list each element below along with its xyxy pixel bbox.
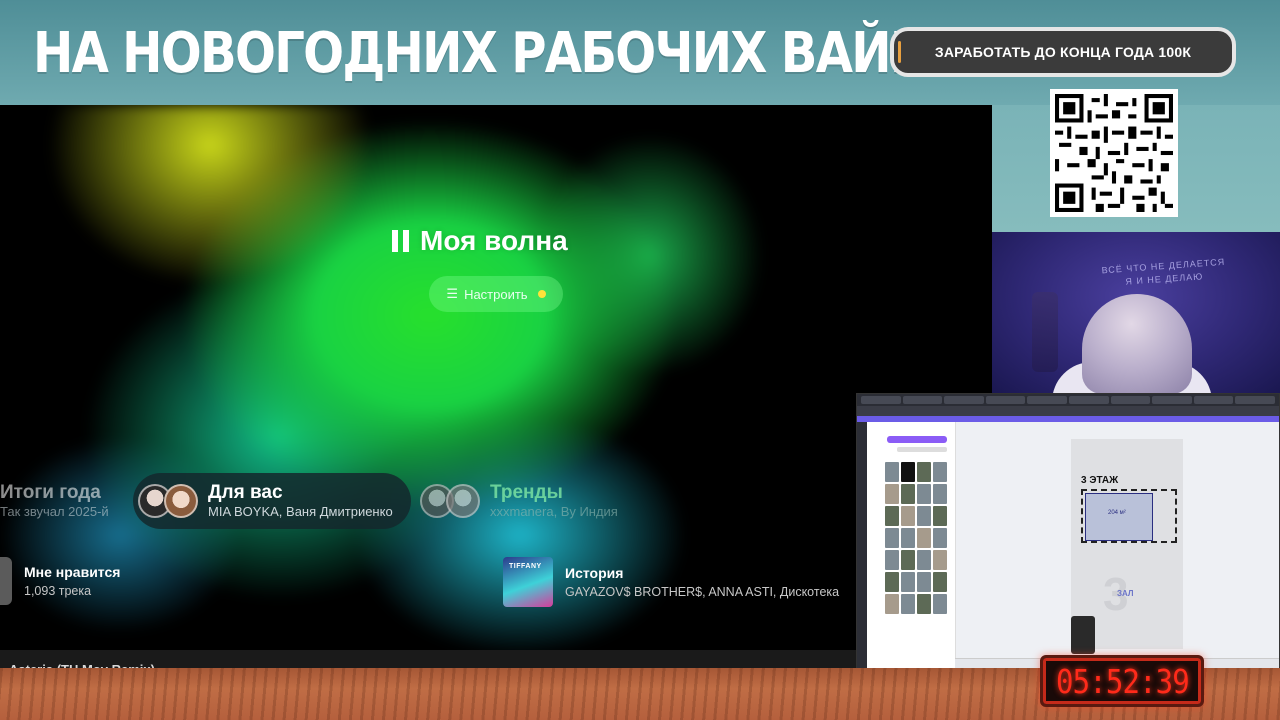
stream-timer: 05:52:39 (1040, 655, 1204, 707)
notification-dot (537, 290, 546, 298)
asset-thumbnails (885, 462, 955, 614)
chip-title: Итоги года (0, 482, 101, 503)
timer-value: 05:52:39 (1055, 661, 1190, 701)
streamer-head (1082, 294, 1192, 394)
artist-avatars (420, 484, 482, 518)
chip-subtitle: Так звучал 2025-й (0, 504, 109, 519)
webcam-feed: ВСЁ ЧТО НЕ ДЕЛАЕТСЯ Я И НЕ ДЕЛАЮ (992, 232, 1280, 394)
player-bar[interactable]: Asteria (TH Mov Remix) (0, 650, 992, 670)
chip-title: Для вас (208, 482, 283, 503)
qr-code-image (1055, 94, 1173, 212)
stream-headline: НА НОВОГОДНИХ РАБОЧИХ ВАЙБАХ (33, 21, 998, 86)
avatar (164, 484, 198, 518)
row-subtitle: 1,093 трека (24, 584, 92, 598)
phone-preview (1071, 616, 1095, 654)
tune-label: Настроить (464, 286, 528, 302)
hall-label: ЗАЛ (1117, 589, 1134, 598)
chip-subtitle: MIA BOYKA, Ваня Дмитриенко (208, 504, 393, 519)
room: 204 м² (1085, 493, 1153, 541)
browser-address-bar (857, 406, 1279, 416)
wave-title: Моя волна (420, 225, 568, 256)
chip-year-summary[interactable]: Итоги года Так звучал 2025-й (0, 473, 109, 529)
chip-subtitle: xxxmanera, Ву Индия (490, 504, 618, 519)
chip-for-you[interactable]: Для вас MIA BOYKA, Ваня Дмитриенко (133, 473, 411, 529)
row-title: История (565, 565, 624, 581)
secondary-screen-capture: 3 ЭТАЖ 204 м² 3 ЗАЛ (856, 393, 1280, 670)
tune-wave-button[interactable]: ☰ Настроить (429, 276, 563, 312)
liked-tracks-row[interactable]: Мне нравится 1,093 трека (0, 557, 120, 605)
qr-code (1050, 89, 1178, 217)
pause-icon (392, 230, 410, 252)
floor-title: 3 ЭТАЖ (1081, 475, 1119, 486)
background-plant (1032, 292, 1058, 372)
editor-sidebar (857, 422, 867, 669)
liked-cover (0, 557, 12, 605)
row-subtitle: GAYAZOV$ BROTHER$, ANNA ASTI, Дискотека (565, 585, 840, 599)
wall-text: ВСЁ ЧТО НЕ ДЕЛАЕТСЯ Я И НЕ ДЕЛАЮ (1101, 256, 1226, 291)
floor-plan: 204 м² (1081, 489, 1177, 543)
music-app-window: Моя волна ☰ Настроить Итоги года Так зву… (0, 105, 992, 670)
history-row[interactable]: История GAYAZOV$ BROTHER$, ANNA ASTI, Ди… (503, 557, 839, 607)
avatar (446, 484, 480, 518)
editor-assets-panel (867, 422, 956, 669)
artist-avatars (138, 484, 200, 518)
my-wave-play-button[interactable]: Моя волна (392, 225, 568, 257)
wave-visualizer (0, 105, 992, 670)
row-title: Мне нравится (24, 564, 121, 580)
album-cover (503, 557, 553, 607)
browser-tabs (857, 394, 1279, 406)
filter-icon: ☰ (446, 286, 459, 301)
assets-filter (897, 447, 947, 452)
chip-title: Тренды (490, 482, 563, 503)
cta-banner: ЗАРАБОТАТЬ ДО КОНЦА ГОДА 100К (890, 27, 1236, 77)
room-label: 204 м² (1108, 510, 1126, 516)
chip-trends[interactable]: Тренды xxxmanera, Ву Индия (420, 473, 618, 529)
assets-button (887, 436, 947, 443)
